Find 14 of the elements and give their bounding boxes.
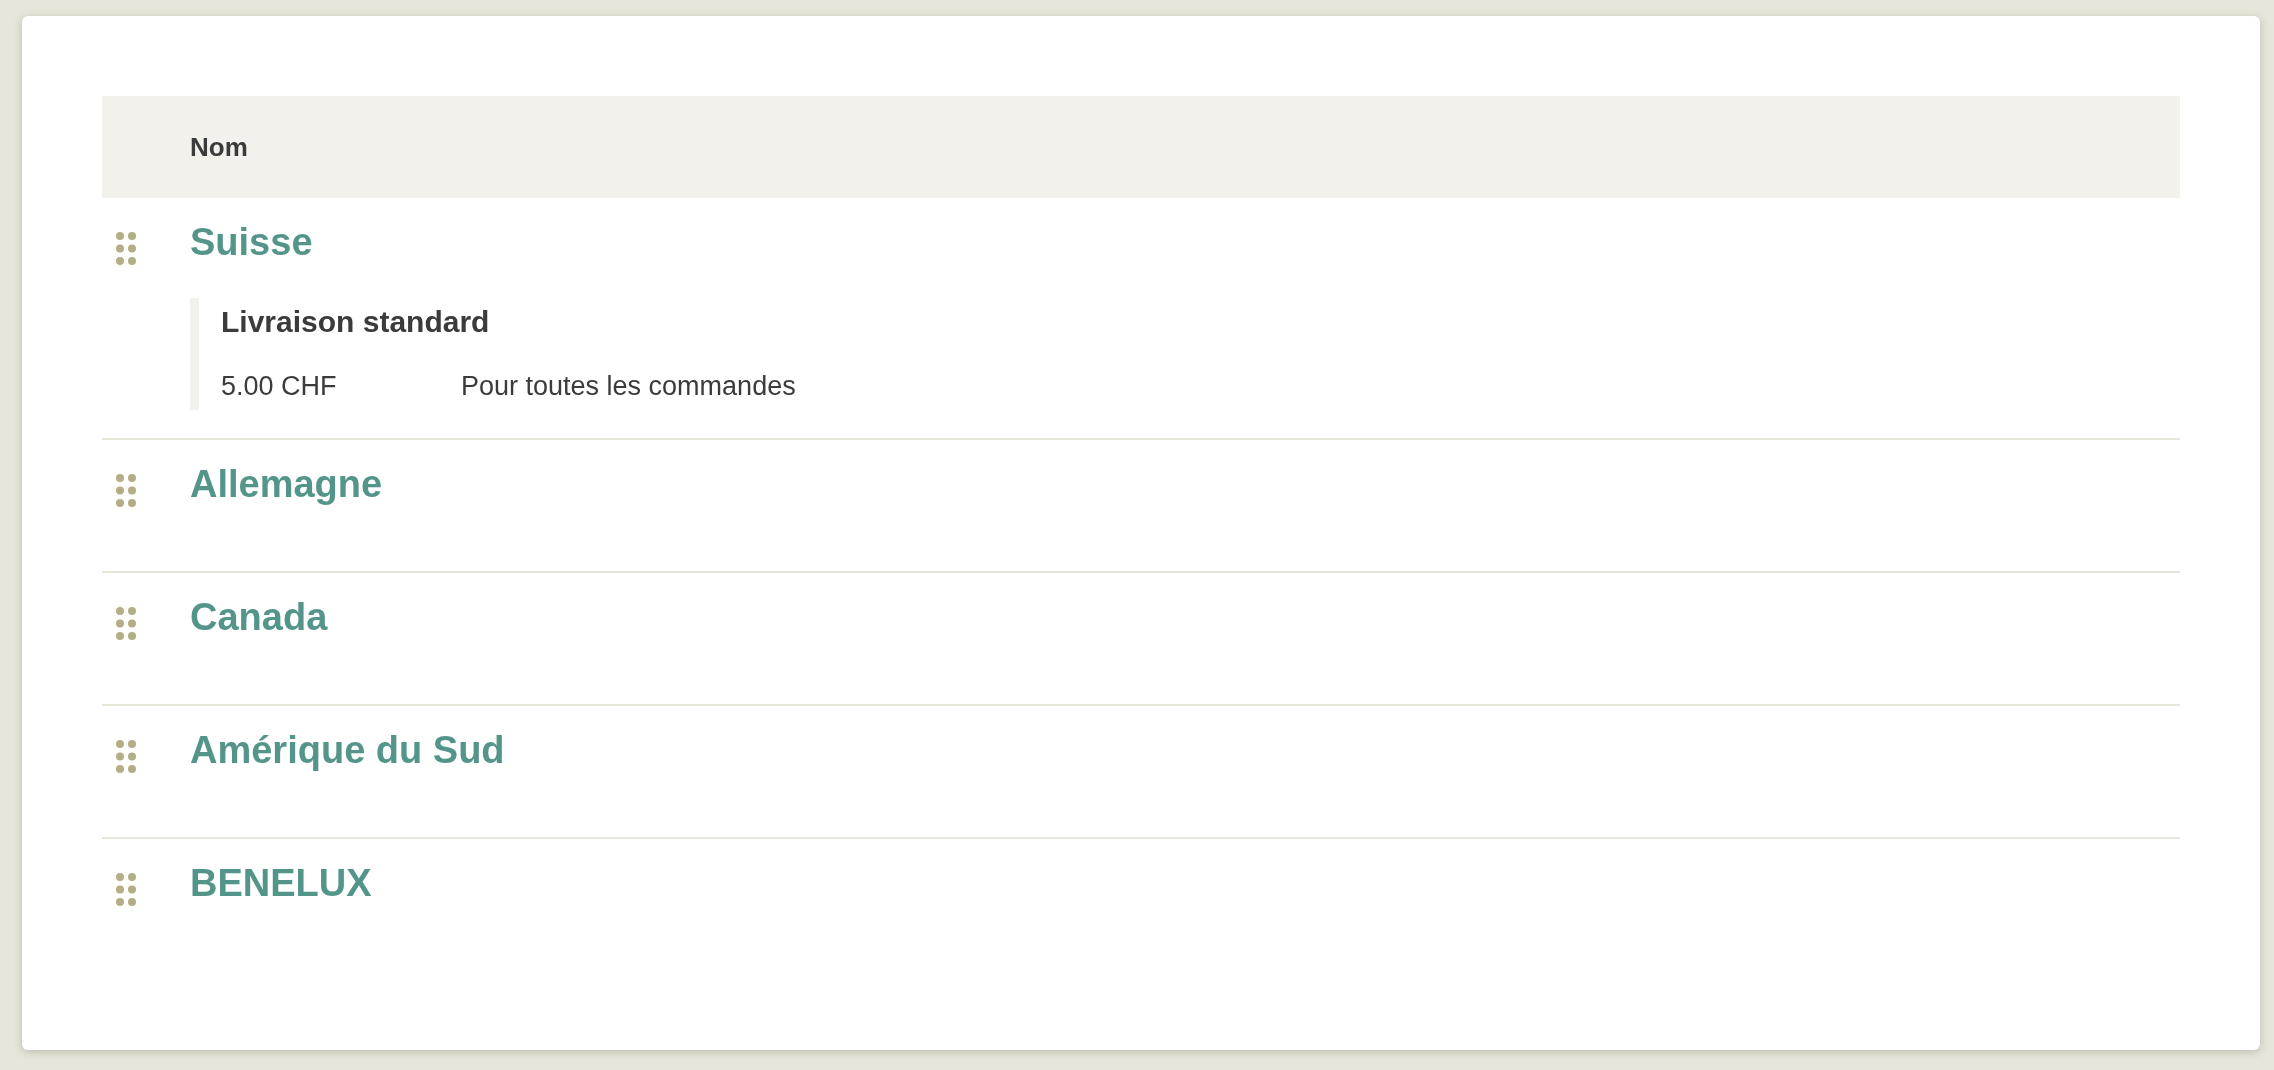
country-link[interactable]: Allemagne bbox=[190, 461, 383, 507]
shipping-condition: Pour toutes les commandes bbox=[461, 370, 796, 403]
country-link[interactable]: Suisse bbox=[190, 219, 313, 265]
drag-handle-icon[interactable] bbox=[116, 232, 136, 265]
drag-handle-icon[interactable] bbox=[116, 740, 136, 773]
country-link[interactable]: Amérique du Sud bbox=[190, 727, 505, 773]
country-link[interactable]: Canada bbox=[190, 594, 328, 640]
drag-handle-icon[interactable] bbox=[116, 607, 136, 640]
drag-handle-icon[interactable] bbox=[116, 474, 136, 507]
shipping-method-title: Livraison standard bbox=[221, 304, 490, 340]
column-header: Nom bbox=[190, 131, 248, 164]
shipping-price: 5.00 CHF bbox=[221, 370, 338, 403]
country-link[interactable]: BENELUX bbox=[190, 860, 372, 906]
drag-handle-icon[interactable] bbox=[116, 873, 136, 906]
